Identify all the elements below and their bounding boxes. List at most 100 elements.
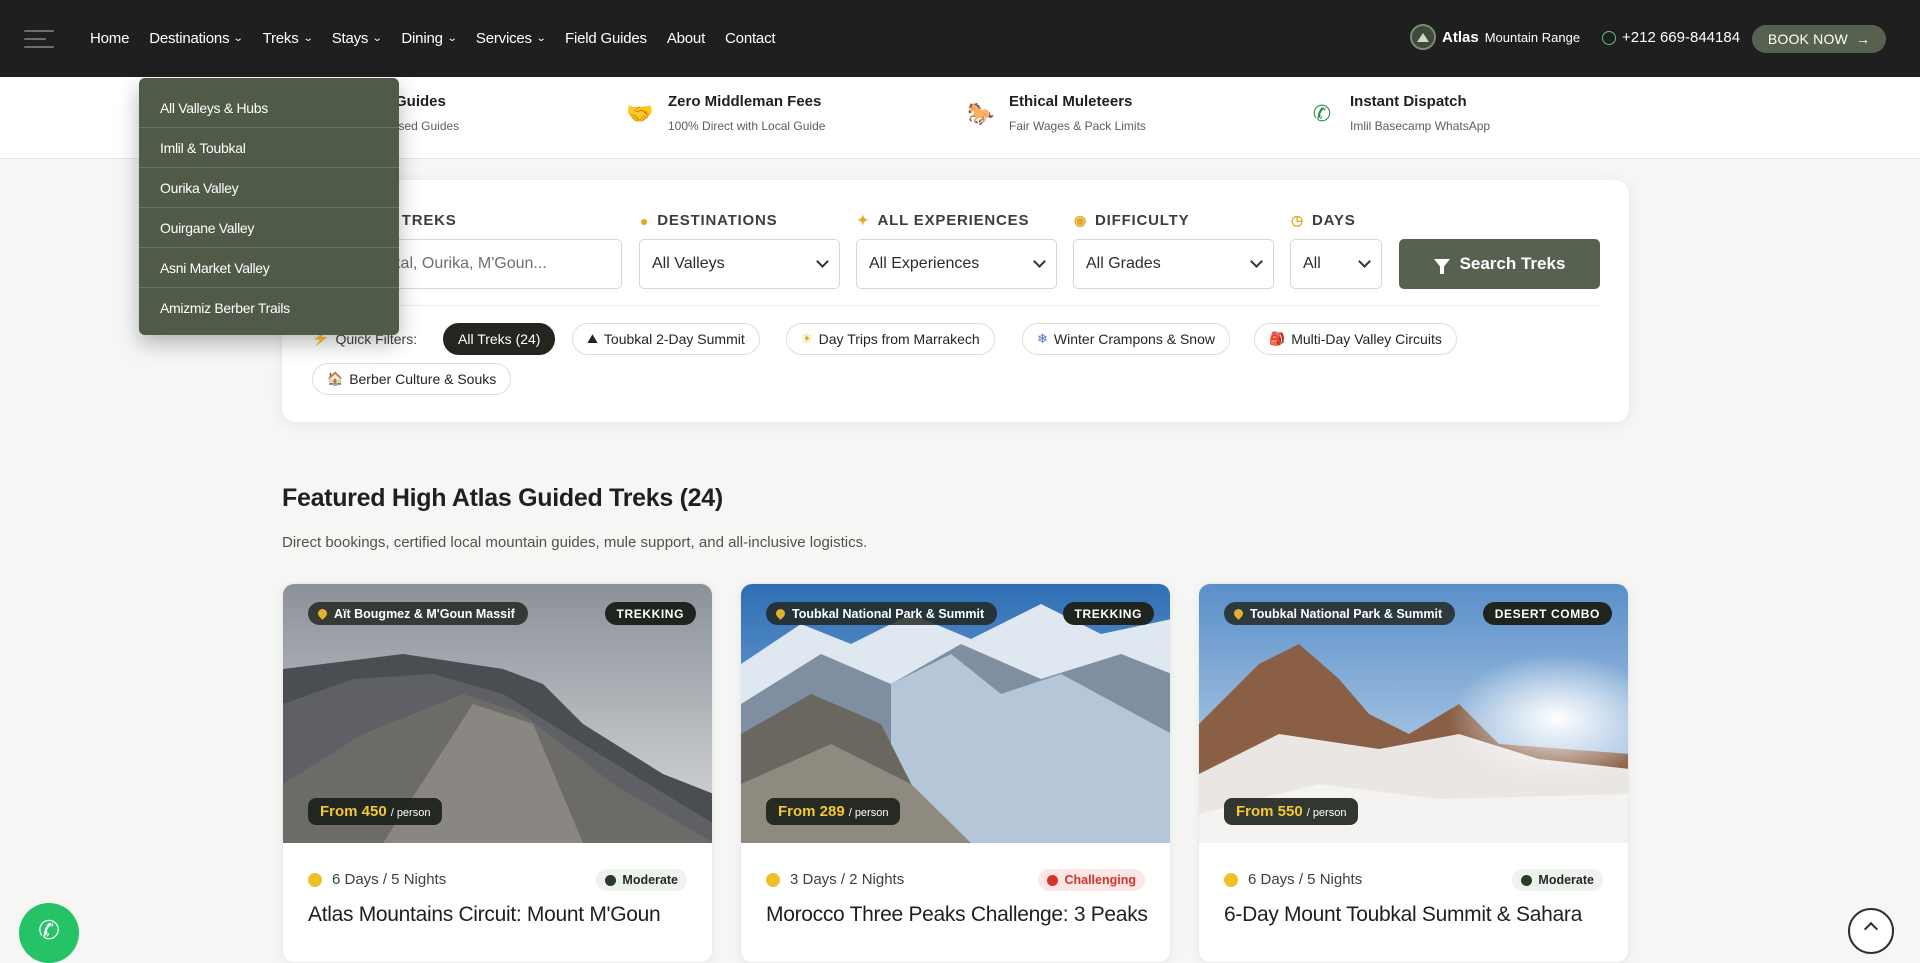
menu-icon[interactable] xyxy=(24,30,54,48)
brand-logo-link[interactable]: Atlas Mountain Range xyxy=(1410,24,1580,50)
destinations-dropdown-menu: All Valleys & Hubs Imlil & Toubkal Ourik… xyxy=(139,78,399,335)
chip-winter-crampons[interactable]: ❄ Winter Crampons & Snow xyxy=(1022,323,1230,355)
chip-toubkal-summit[interactable]: ⛰ Toubkal 2-Day Summit xyxy=(572,323,760,355)
trust-title: Ethical Muleteers xyxy=(1009,93,1133,110)
book-now-label: BOOK NOW xyxy=(1767,31,1848,47)
dropdown-item-ourika-valley[interactable]: Ourika Valley xyxy=(139,168,399,208)
map-pin-icon xyxy=(1232,607,1245,620)
nav-services[interactable]: Services ⌄ xyxy=(476,30,547,47)
trust-item-instant-dispatch: ✆ Instant Dispatch Imlil Basecamp WhatsAp… xyxy=(1304,90,1490,133)
chip-multi-day-circuits[interactable]: 🎒 Multi-Day Valley Circuits xyxy=(1254,323,1457,355)
dropdown-item-amizmiz-trails[interactable]: Amizmiz Berber Trails xyxy=(139,288,399,328)
trek-card-three-peaks[interactable]: Toubkal National Park & Summit TREKKING … xyxy=(740,583,1171,963)
chip-berber-culture[interactable]: 🏠 Berber Culture & Souks xyxy=(312,363,512,395)
chevron-up-icon xyxy=(1863,921,1879,937)
chevron-down-icon xyxy=(1358,255,1371,268)
price-badge: From 289/ person xyxy=(766,798,901,825)
duration: 6 Days / 5 Nights xyxy=(308,871,446,888)
chevron-down-icon xyxy=(816,255,829,268)
whatsapp-icon: ✆ xyxy=(1312,101,1332,126)
map-pin-icon xyxy=(774,607,787,620)
location-badge: Toubkal National Park & Summit xyxy=(1224,602,1456,625)
sun-icon: ☀ xyxy=(801,331,813,346)
mountain-logo-icon xyxy=(1410,24,1436,50)
clock-icon xyxy=(1224,872,1238,887)
snowflake-icon: ❄ xyxy=(1037,331,1048,346)
price-unit: / person xyxy=(1306,807,1347,819)
duration: 6 Days / 5 Nights xyxy=(1224,871,1362,888)
handshake-icon: 🤝 xyxy=(626,101,654,126)
trek-card-toubkal-sahara[interactable]: Toubkal National Park & Summit DESERT CO… xyxy=(1198,583,1629,963)
nav-destinations[interactable]: Destinations ⌄ xyxy=(149,30,244,47)
gauge-icon: ◉ xyxy=(1074,212,1088,228)
nav-field-guides[interactable]: Field Guides xyxy=(565,30,647,47)
price-amount: From 289 xyxy=(778,803,845,820)
price-unit: / person xyxy=(848,807,889,819)
trust-title: Instant Dispatch xyxy=(1350,93,1467,110)
difficulty-badge: Moderate xyxy=(596,869,687,891)
nav-contact[interactable]: Contact xyxy=(725,30,775,47)
gauge-icon xyxy=(605,874,617,886)
clock-icon xyxy=(766,872,780,887)
chevron-down-icon xyxy=(1250,255,1263,268)
search-button-label: Search Treks xyxy=(1459,254,1566,273)
dropdown-item-ouirgane-valley[interactable]: Ouirgane Valley xyxy=(139,208,399,248)
type-badge: TREKKING xyxy=(604,602,696,625)
trek-card-mgoun[interactable]: Aït Bougmez & M'Goun Massif TREKKING Fro… xyxy=(282,583,713,963)
mountain-icon: ⛰ xyxy=(587,331,598,346)
trek-title[interactable]: 6-Day Mount Toubkal Summit & Sahara xyxy=(1224,903,1582,927)
book-now-button[interactable]: BOOK NOW → xyxy=(1752,25,1886,53)
chevron-down-icon: ⌄ xyxy=(302,33,313,44)
experiences-select[interactable]: All Experiences xyxy=(856,239,1057,289)
trust-subtitle: Imlil Basecamp WhatsApp xyxy=(1350,119,1491,133)
horse-icon: 🐎 xyxy=(967,101,995,126)
trek-title[interactable]: Morocco Three Peaks Challenge: 3 Peaks xyxy=(766,903,1148,927)
location-badge: Aït Bougmez & M'Goun Massif xyxy=(308,602,528,625)
section-title: Featured High Atlas Guided Treks (24) xyxy=(282,484,723,512)
dropdown-item-all-valleys[interactable]: All Valleys & Hubs xyxy=(139,88,399,128)
difficulty-label: ◉ DIFFICULTY xyxy=(1074,212,1190,229)
destinations-select[interactable]: All Valleys xyxy=(639,239,840,289)
chip-all-treks[interactable]: All Treks (24) xyxy=(443,323,556,355)
price-amount: From 450 xyxy=(320,803,387,820)
duration: 3 Days / 2 Nights xyxy=(766,871,904,888)
nav-home[interactable]: Home xyxy=(90,30,129,47)
dropdown-item-asni-market[interactable]: Asni Market Valley xyxy=(139,248,399,288)
chip-day-trips[interactable]: ☀ Day Trips from Marrakech xyxy=(786,323,995,355)
chevron-down-icon: ⌄ xyxy=(233,33,244,44)
whatsapp-float-button[interactable]: ✆ xyxy=(19,903,79,963)
nav-about[interactable]: About xyxy=(667,30,705,47)
phone-link[interactable]: +212 669-844184 xyxy=(1602,29,1740,46)
days-select[interactable]: All xyxy=(1290,239,1382,289)
price-amount: From 550 xyxy=(1236,803,1303,820)
gauge-icon xyxy=(1521,874,1533,886)
difficulty-select-value: All Grades xyxy=(1086,255,1161,272)
trust-item-ethical-muleteers: 🐎 Ethical Muleteers Fair Wages & Pack Lim… xyxy=(963,90,1146,133)
chevron-down-icon: ⌄ xyxy=(446,33,458,44)
dropdown-item-imlil-toubkal[interactable]: Imlil & Toubkal xyxy=(139,128,399,168)
panel-divider xyxy=(312,305,1599,306)
chevron-down-icon: ⌄ xyxy=(535,33,547,44)
trek-title[interactable]: Atlas Mountains Circuit: Mount M'Goun xyxy=(308,903,661,927)
backpack-icon: 🎒 xyxy=(1269,331,1286,346)
difficulty-select[interactable]: All Grades xyxy=(1073,239,1274,289)
destinations-select-value: All Valleys xyxy=(652,255,725,272)
experience-icon: ✦ xyxy=(857,212,870,228)
whatsapp-icon: ✆ xyxy=(38,915,60,945)
gauge-icon xyxy=(1047,874,1059,886)
top-navbar: Home Destinations ⌄ Treks ⌄ Stays ⌄ Dining ⌄… xyxy=(0,0,1920,77)
trek-search-panel: ⌕SEARCH TREKS ●DESTINATIONS All Valleys … xyxy=(282,180,1629,422)
nav-links: Home Destinations ⌄ Treks ⌄ Stays ⌄ Dining ⌄… xyxy=(90,0,776,77)
scroll-to-top-button[interactable] xyxy=(1848,908,1894,954)
nav-treks[interactable]: Treks ⌄ xyxy=(263,30,314,47)
whatsapp-icon xyxy=(1602,30,1616,45)
search-treks-button[interactable]: Search Treks xyxy=(1399,239,1600,289)
days-select-value: All xyxy=(1303,255,1321,272)
nav-dining[interactable]: Dining ⌄ xyxy=(401,30,458,47)
arrow-right-icon: → xyxy=(1855,31,1871,47)
trust-subtitle: 100% Direct with Local Guide xyxy=(668,119,826,133)
location-badge: Toubkal National Park & Summit xyxy=(766,602,998,625)
days-label: ◷ DAYS xyxy=(1291,212,1356,229)
nav-stays[interactable]: Stays ⌄ xyxy=(332,30,383,47)
price-badge: From 550/ person xyxy=(1224,798,1359,825)
